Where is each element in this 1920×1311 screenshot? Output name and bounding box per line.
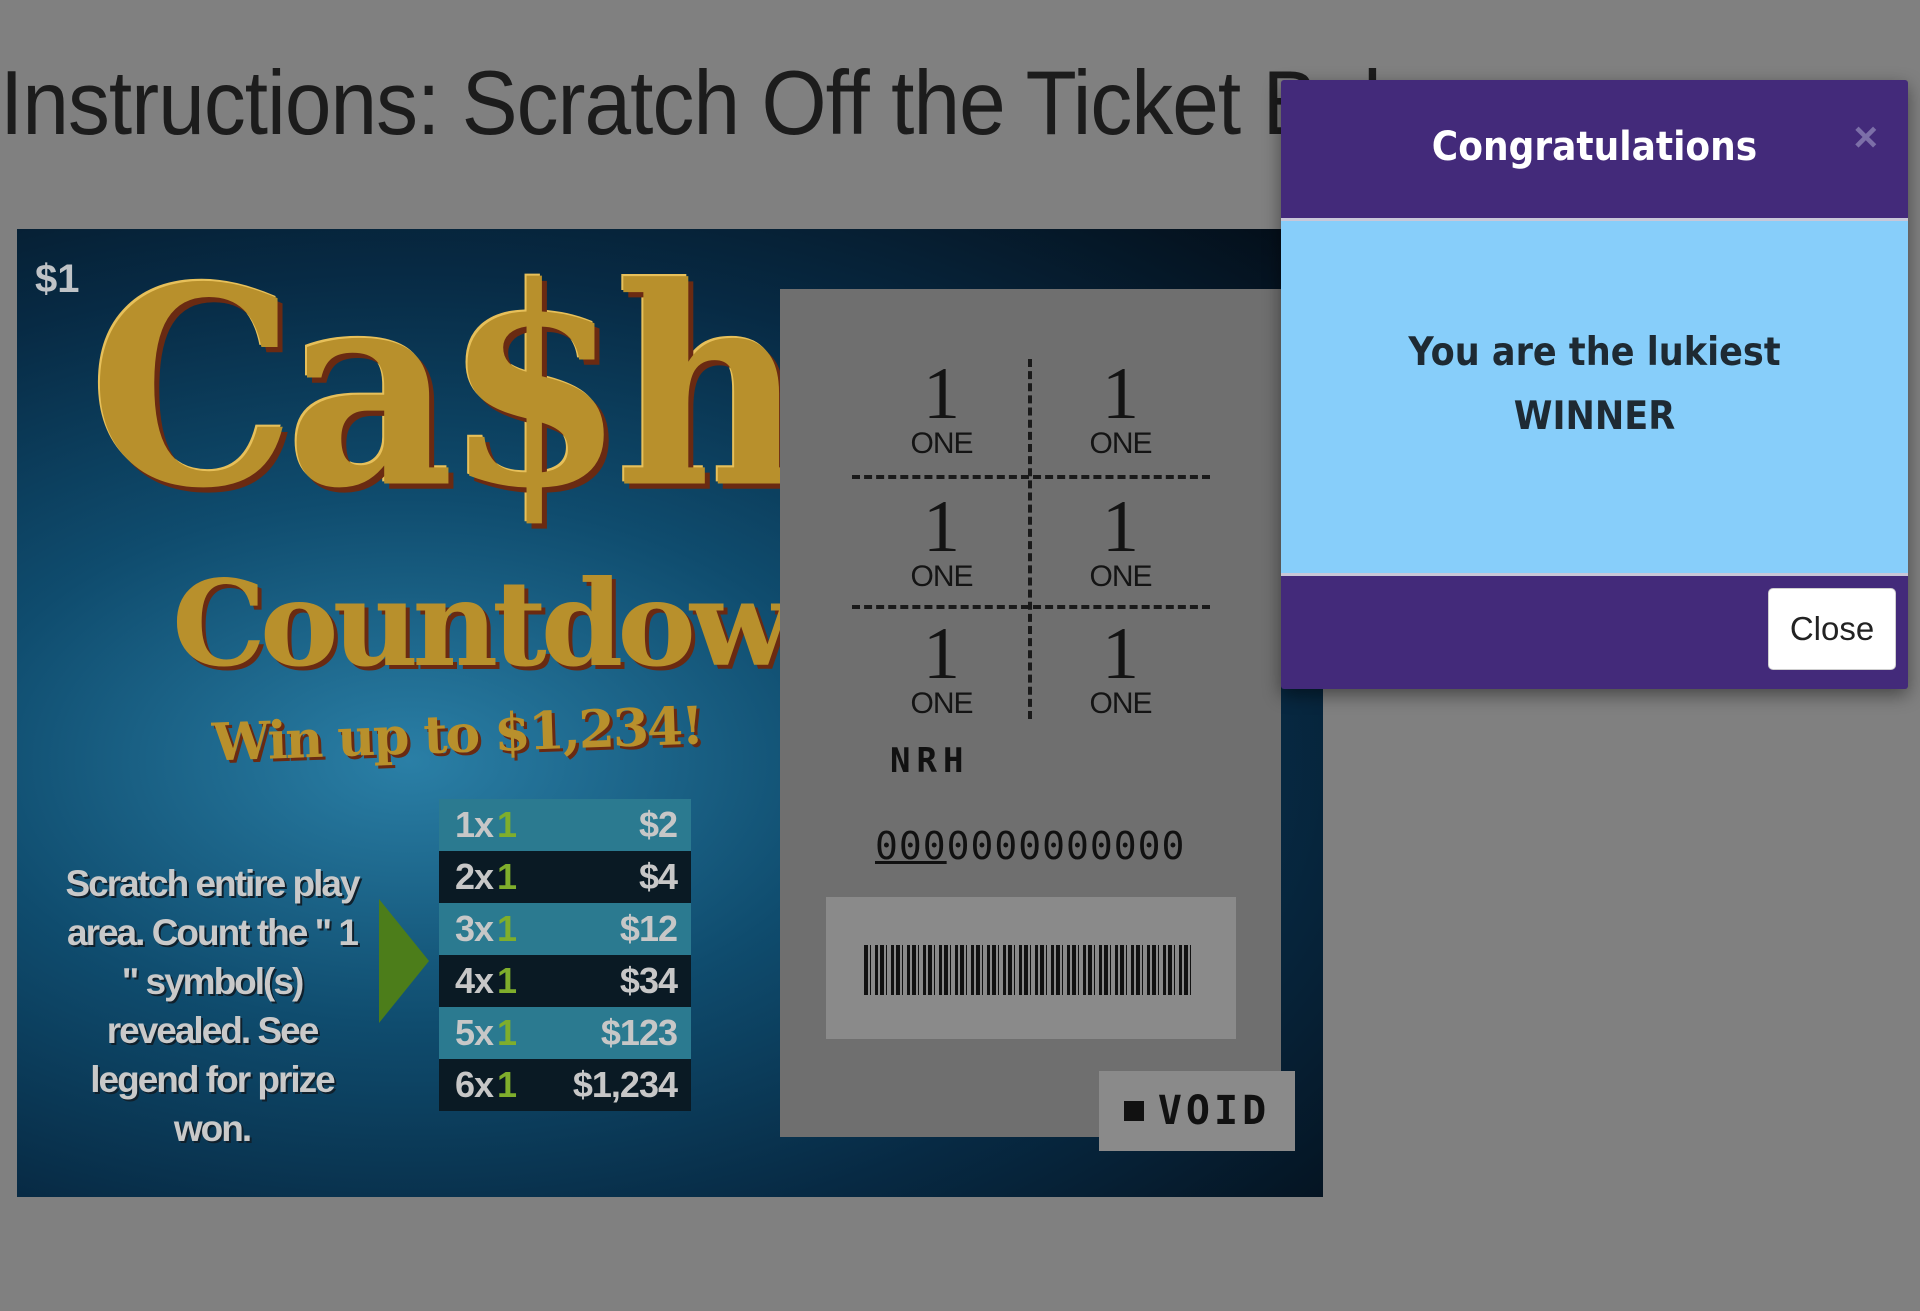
- legend-prize: $123: [600, 1012, 678, 1053]
- serial-rest: 0000000000: [946, 824, 1186, 868]
- legend-prize: $34: [619, 960, 678, 1001]
- congratulations-modal: Congratulations × You are the lukiest WI…: [1281, 80, 1908, 689]
- symbol-word: ONE: [1089, 427, 1152, 460]
- legend-row: 6x 1 $1,234: [439, 1059, 691, 1111]
- grid-divider-horizontal: [852, 475, 1210, 479]
- modal-body: You are the lukiest WINNER: [1281, 221, 1908, 576]
- legend-symbol: 1: [497, 1012, 517, 1053]
- ticket-instructions: Scratch entire play area. Count the " 1 …: [65, 863, 360, 1149]
- modal-message-line1: You are the lukiest: [1408, 330, 1781, 375]
- legend-symbol: 1: [497, 960, 517, 1001]
- modal-header: Congratulations ×: [1281, 80, 1908, 221]
- symbol-number: 1: [923, 486, 960, 568]
- void-stamp: VOID: [1099, 1071, 1295, 1151]
- symbol-grid: 1 ONE 1 ONE 1 ONE 1 ONE 1 ONE 1 ONE: [852, 353, 1210, 719]
- scratch-area[interactable]: 1 ONE 1 ONE 1 ONE 1 ONE 1 ONE 1 ONE NRH …: [780, 289, 1281, 1137]
- legend-row: 1x 1 $2: [439, 799, 691, 851]
- grid-divider-horizontal: [852, 605, 1210, 609]
- symbol-number: 1: [1102, 353, 1139, 435]
- symbol-cell: 1 ONE: [852, 353, 1031, 479]
- price-tag: $1: [35, 257, 80, 301]
- legend-multiplier: 4x: [455, 960, 494, 1001]
- legend-multiplier: 5x: [455, 1012, 494, 1053]
- symbol-word: ONE: [910, 687, 973, 720]
- modal-footer: Close: [1281, 576, 1908, 689]
- arrow-right-icon: [379, 899, 429, 1023]
- symbol-cell: 1 ONE: [852, 486, 1031, 612]
- close-button[interactable]: Close: [1768, 588, 1896, 670]
- close-icon[interactable]: ×: [1853, 116, 1878, 158]
- serial-underlined: 000: [875, 824, 947, 868]
- ticket-serial-number: 0000000000000: [875, 824, 1185, 868]
- legend-multiplier: 6x: [455, 1064, 494, 1105]
- legend-row: 3x 1 $12: [439, 903, 691, 955]
- page-title: Instructions: Scratch Off the Ticket Bel: [0, 53, 1382, 154]
- barcode-icon: [864, 945, 1194, 995]
- legend-symbol: 1: [497, 1064, 517, 1105]
- symbol-word: ONE: [1089, 560, 1152, 593]
- legend-row: 4x 1 $34: [439, 955, 691, 1007]
- symbol-number: 1: [923, 613, 960, 695]
- symbol-cell: 1 ONE: [852, 613, 1031, 739]
- symbol-cell: 1 ONE: [1031, 613, 1210, 739]
- modal-message-line2: WINNER: [1513, 394, 1676, 439]
- legend-prize: $12: [619, 908, 678, 949]
- legend-multiplier: 1x: [455, 804, 494, 845]
- legend-multiplier: 3x: [455, 908, 494, 949]
- symbol-number: 1: [1102, 486, 1139, 568]
- symbol-number: 1: [1102, 613, 1139, 695]
- legend-prize: $2: [638, 804, 678, 845]
- legend-symbol: 1: [497, 856, 517, 897]
- symbol-word: ONE: [1089, 687, 1152, 720]
- ticket-code-letters: NRH: [890, 741, 970, 781]
- legend-multiplier: 2x: [455, 856, 494, 897]
- legend-symbol: 1: [497, 804, 517, 845]
- modal-message: You are the lukiest WINNER: [1312, 321, 1876, 449]
- legend-prize: $1,234: [572, 1064, 678, 1105]
- legend-row: 2x 1 $4: [439, 851, 691, 903]
- symbol-word: ONE: [910, 427, 973, 460]
- symbol-number: 1: [923, 353, 960, 435]
- square-icon: [1123, 1101, 1144, 1121]
- prize-legend: 1x 1 $2 2x 1 $4 3x 1 $12 4x 1 $34 5x 1 $123 6…: [439, 799, 691, 1111]
- grid-divider-vertical: [1028, 359, 1032, 719]
- symbol-cell: 1 ONE: [1031, 486, 1210, 612]
- barcode: [826, 897, 1236, 1039]
- legend-prize: $4: [638, 856, 678, 897]
- void-label: VOID: [1157, 1088, 1271, 1134]
- modal-title: Congratulations: [1431, 124, 1758, 170]
- legend-row: 5x 1 $123: [439, 1007, 691, 1059]
- symbol-cell: 1 ONE: [1031, 353, 1210, 479]
- ticket-logo-win: Win up to $1,234!: [211, 695, 703, 774]
- symbol-word: ONE: [910, 560, 973, 593]
- ticket-logo-countdown: Countdown: [172, 554, 871, 693]
- scratch-ticket[interactable]: $1 Ca$h Countdown Win up to $1,234! Scra…: [17, 229, 1323, 1197]
- legend-symbol: 1: [497, 908, 517, 949]
- ticket-logo-cash: Ca$h: [89, 229, 804, 549]
